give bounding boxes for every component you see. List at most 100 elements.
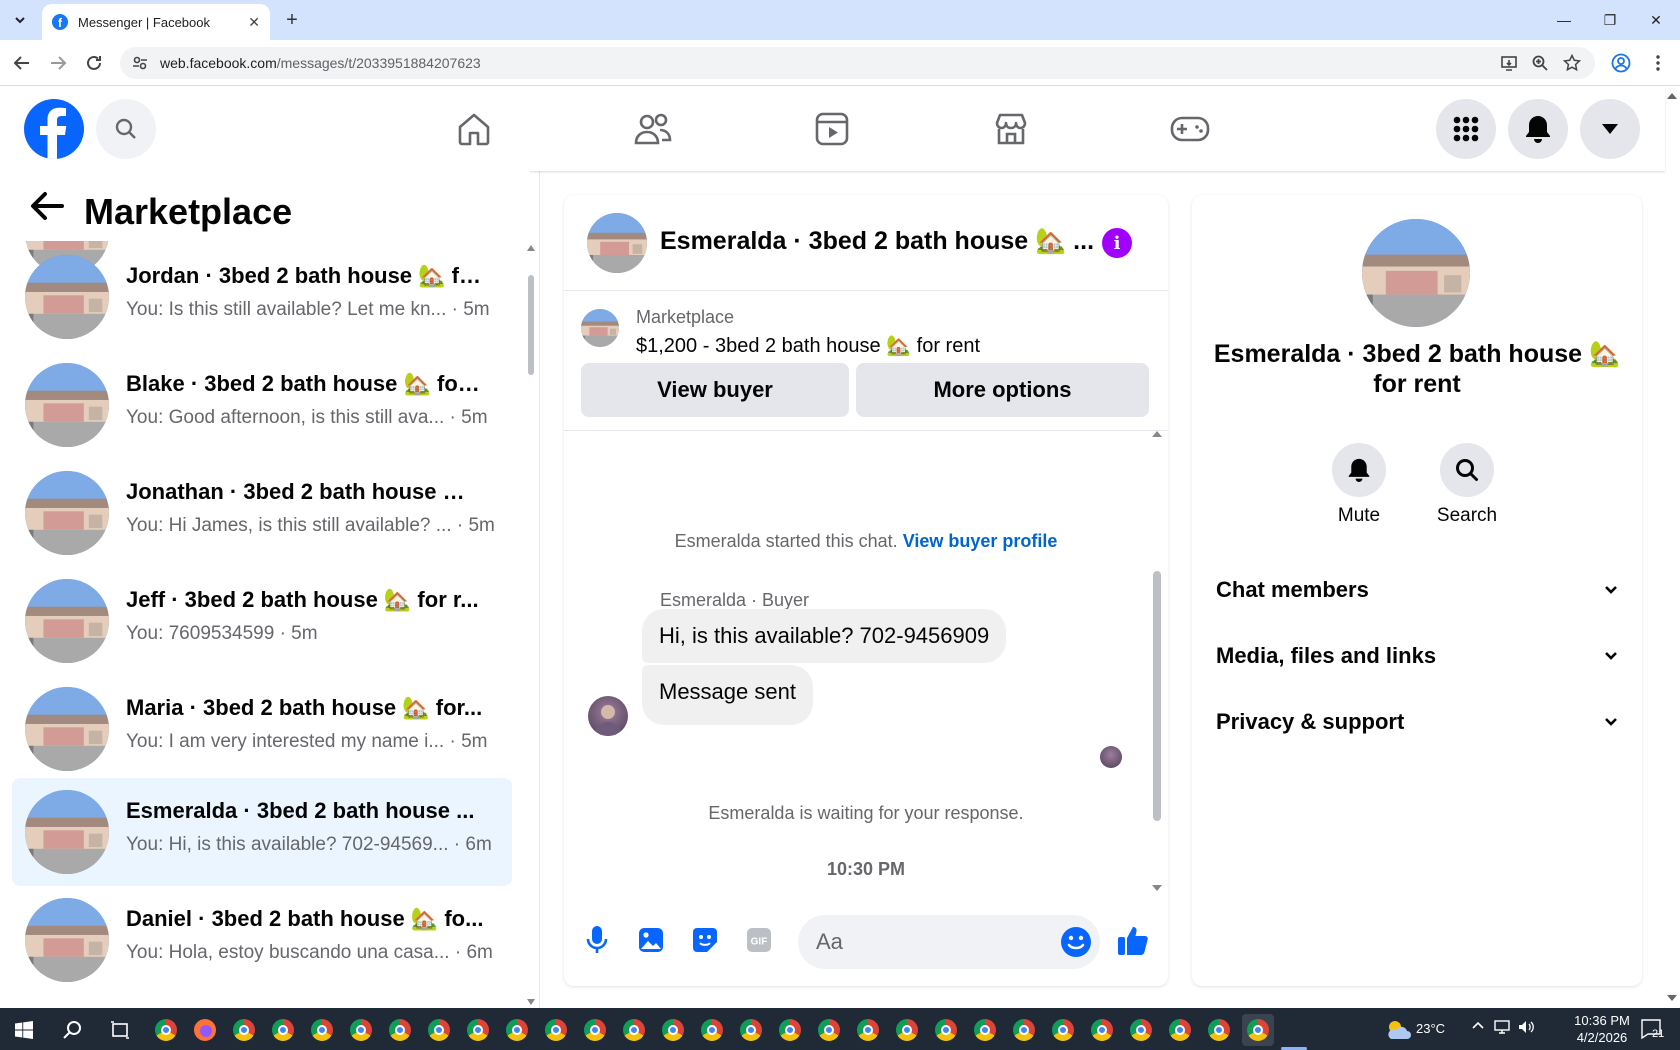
privacy-support-section[interactable]: Privacy & support: [1216, 709, 1618, 735]
facebook-search-button[interactable]: [96, 99, 156, 159]
forward-button[interactable]: [46, 51, 70, 75]
tab-close-icon[interactable]: ✕: [248, 14, 260, 31]
conversation-item[interactable]: Daniel · 3bed 2 bath house 🏡 fo... You: …: [12, 886, 512, 994]
volume-icon[interactable]: [1518, 1020, 1534, 1034]
avatar[interactable]: [587, 213, 647, 273]
taskbar-chrome-app[interactable]: [696, 1014, 728, 1046]
site-settings-icon[interactable]: [132, 55, 148, 71]
taskbar-chrome-app[interactable]: [1008, 1014, 1040, 1046]
address-bar[interactable]: web.facebook.com/messages/t/203395188420…: [120, 47, 1595, 79]
new-tab-button[interactable]: +: [280, 8, 304, 32]
close-window-button[interactable]: ✕: [1633, 0, 1679, 40]
weather-temperature[interactable]: 23°C: [1416, 1021, 1445, 1036]
chat-members-section[interactable]: Chat members: [1216, 577, 1618, 603]
task-view-button[interactable]: [104, 1014, 136, 1046]
taskbar-chrome-app[interactable]: [1125, 1014, 1157, 1046]
taskbar-chrome-app[interactable]: [852, 1014, 884, 1046]
taskbar-chrome-app[interactable]: [1047, 1014, 1079, 1046]
taskbar-chrome-app[interactable]: [462, 1014, 494, 1046]
zoom-icon[interactable]: [1528, 51, 1552, 75]
minimize-button[interactable]: —: [1541, 0, 1587, 40]
search-in-conversation-button[interactable]: [1440, 443, 1494, 497]
scroll-up-arrow-icon[interactable]: [1667, 93, 1677, 99]
bookmark-star-icon[interactable]: [1560, 51, 1584, 75]
taskbar-chrome-app[interactable]: [150, 1014, 182, 1046]
taskbar-chrome-app[interactable]: [306, 1014, 338, 1046]
back-to-chats-button[interactable]: [30, 191, 64, 221]
network-icon[interactable]: [1494, 1020, 1510, 1034]
like-button[interactable]: [1116, 923, 1150, 957]
conversation-item[interactable]: Jordan · 3bed 2 bath house 🏡 fo... You: …: [12, 243, 512, 351]
taskbar-chrome-app[interactable]: [969, 1014, 1001, 1046]
mute-button[interactable]: [1332, 443, 1386, 497]
facebook-logo-icon[interactable]: [24, 99, 84, 159]
chat-scrollbar[interactable]: [1152, 431, 1162, 891]
sender-avatar[interactable]: [588, 696, 628, 736]
notification-center-button[interactable]: 21: [1640, 1018, 1664, 1040]
taskbar-chrome-app[interactable]: [774, 1014, 806, 1046]
scrollbar-thumb[interactable]: [528, 275, 534, 375]
listing-title[interactable]: $1,200 - 3bed 2 bath house 🏡 for rent: [636, 333, 980, 358]
reload-button[interactable]: [82, 51, 106, 75]
conversation-item-active[interactable]: Esmeralda · 3bed 2 bath house ... You: H…: [12, 778, 512, 886]
browser-tab-messenger[interactable]: f Messenger | Facebook ✕: [42, 4, 270, 40]
avatar[interactable]: [1362, 219, 1470, 327]
taskbar-chrome-app[interactable]: [891, 1014, 923, 1046]
nav-gaming[interactable]: [1160, 99, 1220, 159]
scroll-up-arrow-icon[interactable]: [1152, 431, 1162, 437]
taskbar-chrome-app[interactable]: [345, 1014, 377, 1046]
message-bubble[interactable]: Message sent: [642, 665, 813, 725]
taskbar-chrome-app[interactable]: [540, 1014, 572, 1046]
taskbar-search[interactable]: [56, 1014, 88, 1046]
media-files-links-section[interactable]: Media, files and links: [1216, 643, 1618, 669]
show-hidden-icons[interactable]: [1472, 1020, 1484, 1032]
message-bubble[interactable]: Hi, is this available? 702-9456909: [642, 609, 1007, 663]
account-menu-button[interactable]: [1580, 99, 1640, 159]
taskbar-chrome-app[interactable]: [618, 1014, 650, 1046]
taskbar-chrome-app[interactable]: [423, 1014, 455, 1046]
gif-button[interactable]: GIF: [742, 923, 776, 957]
nav-friends[interactable]: [623, 99, 683, 159]
listing-thumbnail[interactable]: [581, 309, 619, 347]
notifications-button[interactable]: [1508, 99, 1568, 159]
conversation-item[interactable]: Blake · 3bed 2 bath house 🏡 for ... You:…: [12, 351, 512, 459]
start-button[interactable]: [8, 1014, 40, 1046]
browser-menu-icon[interactable]: [1646, 51, 1670, 75]
sticker-button[interactable]: [688, 923, 722, 957]
scroll-up-arrow-icon[interactable]: [527, 245, 535, 251]
weather-widget-icon[interactable]: [1382, 1014, 1414, 1046]
back-button[interactable]: [10, 51, 34, 75]
voice-clip-button[interactable]: [580, 923, 614, 957]
conversation-list-scrollbar[interactable]: [527, 245, 535, 1005]
nav-home[interactable]: [444, 99, 504, 159]
taskbar-chrome-app[interactable]: [735, 1014, 767, 1046]
page-scrollbar[interactable]: [1665, 87, 1680, 1007]
menu-button[interactable]: [1436, 99, 1496, 159]
restore-button[interactable]: ❐: [1587, 0, 1633, 40]
conversation-item[interactable]: Jeff · 3bed 2 bath house 🏡 for r... You:…: [12, 567, 512, 675]
more-options-button[interactable]: More options: [856, 363, 1149, 417]
tab-search-dropdown[interactable]: [8, 8, 32, 32]
clock[interactable]: 10:36 PM 4/2/2026: [1572, 1012, 1632, 1046]
taskbar-chrome-app[interactable]: [1203, 1014, 1235, 1046]
conversation-item[interactable]: Maria · 3bed 2 bath house 🏡 for... You: …: [12, 675, 512, 783]
taskbar-chrome-app[interactable]: [579, 1014, 611, 1046]
taskbar-chrome-app-active[interactable]: [1242, 1014, 1274, 1046]
view-buyer-button[interactable]: View buyer: [581, 363, 849, 417]
message-input[interactable]: [816, 915, 1046, 969]
nav-watch[interactable]: [802, 99, 862, 159]
profile-icon[interactable]: [1609, 51, 1633, 75]
install-app-icon[interactable]: [1497, 51, 1521, 75]
taskbar-chrome-app[interactable]: [1086, 1014, 1118, 1046]
taskbar-chrome-app[interactable]: [1164, 1014, 1196, 1046]
taskbar-chrome-app[interactable]: [384, 1014, 416, 1046]
scrollbar-thumb[interactable]: [1153, 571, 1161, 821]
emoji-button[interactable]: [1060, 926, 1092, 958]
conversation-item[interactable]: Jonathan · 3bed 2 bath house 🏡... You: H…: [12, 459, 512, 567]
scroll-down-arrow-icon[interactable]: [1152, 885, 1162, 891]
scroll-down-arrow-icon[interactable]: [1667, 995, 1677, 1001]
view-buyer-profile-link[interactable]: View buyer profile: [903, 531, 1058, 551]
taskbar-chrome-app[interactable]: [657, 1014, 689, 1046]
taskbar-chrome-app[interactable]: [930, 1014, 962, 1046]
taskbar-firefox-app[interactable]: [189, 1014, 221, 1046]
